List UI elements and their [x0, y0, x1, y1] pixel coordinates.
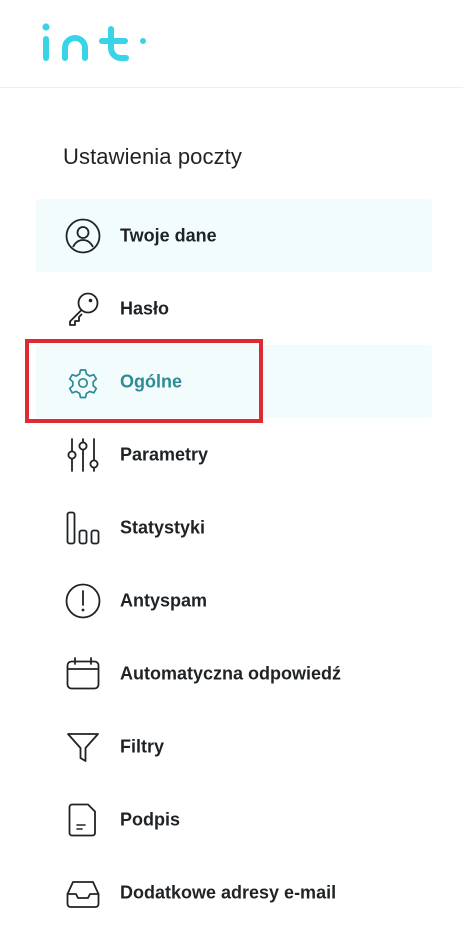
settings-menu: Twoje dane Hasło Ogólne Parametry Statys…	[36, 199, 432, 929]
sliders-icon	[64, 436, 102, 474]
inbox-tray-icon	[64, 874, 102, 912]
document-icon	[64, 801, 102, 839]
menu-item-statystyki[interactable]: Statystyki	[36, 491, 432, 564]
menu-item-dodatkowe-adresy[interactable]: Dodatkowe adresy e-mail	[36, 856, 432, 929]
menu-item-antyspam[interactable]: Antyspam	[36, 564, 432, 637]
menu-item-label: Automatyczna odpowiedź	[120, 663, 342, 683]
menu-item-label: Hasło	[120, 298, 170, 318]
int-logo[interactable]	[40, 20, 160, 64]
menu-item-haslo[interactable]: Hasło	[36, 272, 432, 345]
menu-item-filtry[interactable]: Filtry	[36, 710, 432, 783]
calendar-icon	[64, 655, 102, 693]
menu-item-twoje-dane[interactable]: Twoje dane	[36, 199, 432, 272]
gear-icon	[64, 363, 102, 401]
menu-item-label: Statystyki	[120, 517, 206, 537]
menu-item-automatyczna-odpowiedz[interactable]: Automatyczna odpowiedź	[36, 637, 432, 710]
exclamation-circle-icon	[64, 582, 102, 620]
menu-item-label: Dodatkowe adresy e-mail	[120, 882, 337, 902]
menu-item-label: Twoje dane	[120, 225, 217, 245]
key-icon	[64, 290, 102, 328]
menu-item-label: Podpis	[120, 809, 181, 829]
menu-item-parametry[interactable]: Parametry	[36, 418, 432, 491]
menu-item-label: Ogólne	[120, 371, 182, 391]
menu-item-label: Filtry	[120, 736, 165, 756]
menu-item-label: Parametry	[120, 444, 209, 464]
menu-item-ogolne[interactable]: Ogólne	[36, 345, 432, 418]
menu-item-label: Antyspam	[120, 590, 208, 610]
top-bar	[0, 0, 463, 88]
bar-chart-icon	[64, 509, 102, 547]
section-title: Ustawienia poczty	[63, 144, 242, 169]
user-circle-icon	[64, 217, 102, 255]
menu-item-podpis[interactable]: Podpis	[36, 783, 432, 856]
funnel-icon	[64, 728, 102, 766]
